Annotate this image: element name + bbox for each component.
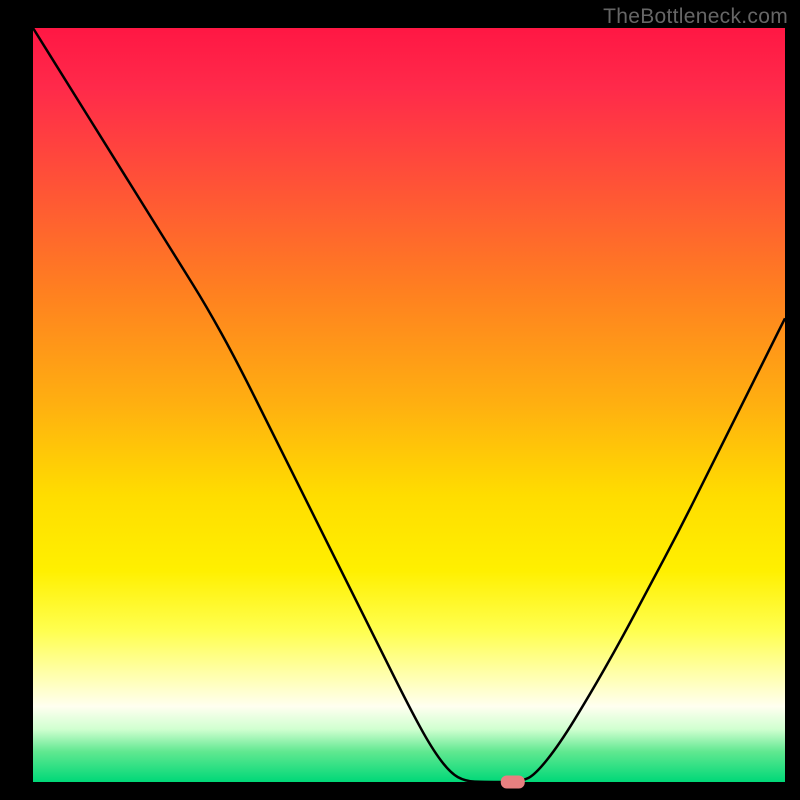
bottleneck-chart: TheBottleneck.com (0, 0, 800, 800)
plot-background (33, 28, 785, 782)
chart-svg (0, 0, 800, 800)
optimal-marker (501, 776, 525, 789)
watermark-text: TheBottleneck.com (603, 5, 788, 29)
